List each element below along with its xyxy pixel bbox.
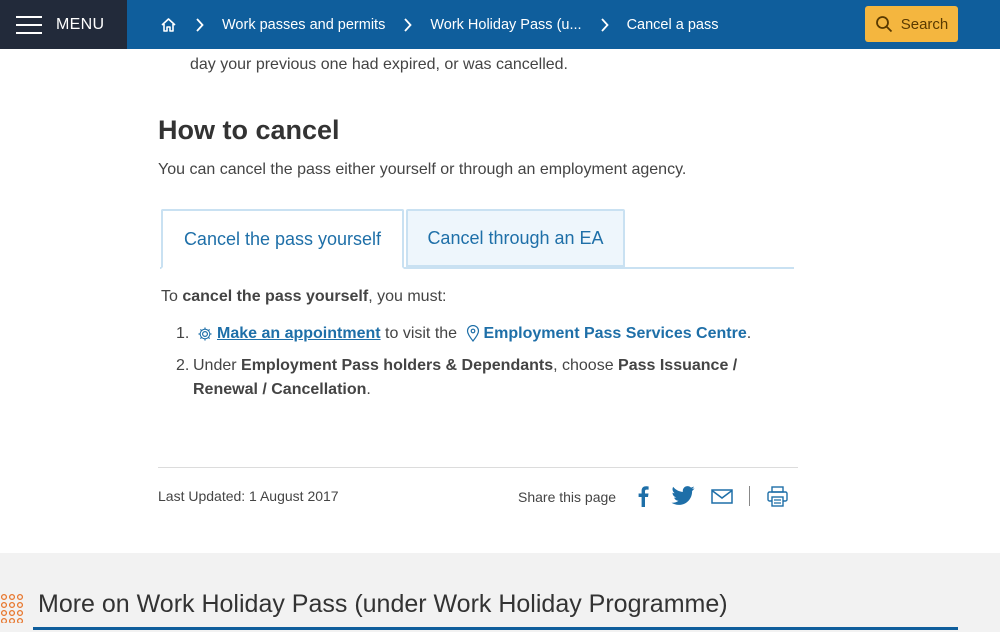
home-icon[interactable] [160, 17, 177, 33]
location-pin-icon [466, 325, 480, 343]
gear-icon [197, 326, 213, 342]
make-appointment-link[interactable]: Make an appointment [217, 325, 381, 342]
facebook-icon[interactable] [635, 484, 651, 508]
search-icon [875, 15, 893, 33]
previous-paragraph-text: day your previous one had expired, or wa… [190, 56, 568, 73]
hamburger-icon [16, 15, 42, 34]
tab-cancel-through-ea[interactable]: Cancel through an EA [406, 209, 625, 267]
print-icon[interactable] [766, 484, 788, 508]
steps-list: 1. Make an appointment to visit the Empl… [176, 322, 796, 410]
section-title: How to cancel [158, 115, 340, 145]
step-bold-holders: Employment Pass holders & Dependants [241, 357, 554, 374]
search-button[interactable]: Search [865, 6, 958, 42]
chevron-right-icon [403, 17, 413, 32]
list-item: 2. Under Employment Pass holders & Depen… [176, 354, 796, 402]
chevron-right-icon [195, 17, 204, 32]
search-label: Search [900, 15, 949, 33]
instruction-prefix: To [161, 288, 183, 305]
menu-button[interactable]: MENU [0, 0, 127, 49]
tab-cancel-yourself[interactable]: Cancel the pass yourself [161, 209, 404, 269]
content-divider [158, 467, 798, 468]
chevron-right-icon [600, 17, 609, 32]
breadcrumb: Work passes and permits Work Holiday Pas… [160, 0, 718, 49]
cancel-method-tabs: Cancel the pass yourself Cancel through … [160, 209, 794, 269]
breadcrumb-work-holiday-pass[interactable]: Work Holiday Pass (u... [430, 17, 581, 33]
top-navigation-bar: MENU Work passes and permits Work Holida… [0, 0, 1000, 49]
more-section-title: More on Work Holiday Pass (under Work Ho… [38, 590, 728, 618]
last-updated: Last Updated: 1 August 2017 [158, 488, 339, 504]
instruction-suffix: , you must: [368, 288, 447, 305]
share-divider [749, 486, 750, 506]
step-number: 1. [176, 325, 190, 342]
more-section-underline [33, 627, 958, 630]
twitter-icon[interactable] [670, 484, 696, 508]
epsc-location-link[interactable]: Employment Pass Services Centre [484, 325, 747, 342]
breadcrumb-work-passes[interactable]: Work passes and permits [222, 17, 385, 33]
instruction-lead: To cancel the pass yourself, you must: [161, 288, 446, 306]
step-middle-text: to visit the [380, 325, 462, 342]
step-pre-text: Under [193, 357, 242, 374]
step-number: 2. [176, 357, 190, 374]
step-mid-text: , choose [553, 357, 619, 374]
breadcrumb-cancel-pass[interactable]: Cancel a pass [627, 17, 719, 33]
step-end: . [746, 325, 752, 342]
menu-label: MENU [56, 15, 105, 33]
dots-grid-icon [0, 593, 26, 628]
instruction-bold: cancel the pass yourself [182, 288, 369, 305]
list-item: 1. Make an appointment to visit the Empl… [176, 322, 796, 346]
step-end: . [366, 381, 371, 398]
share-label: Share this page [518, 489, 617, 505]
email-icon[interactable] [711, 484, 733, 508]
intro-text: You can cancel the pass either yourself … [158, 161, 687, 178]
